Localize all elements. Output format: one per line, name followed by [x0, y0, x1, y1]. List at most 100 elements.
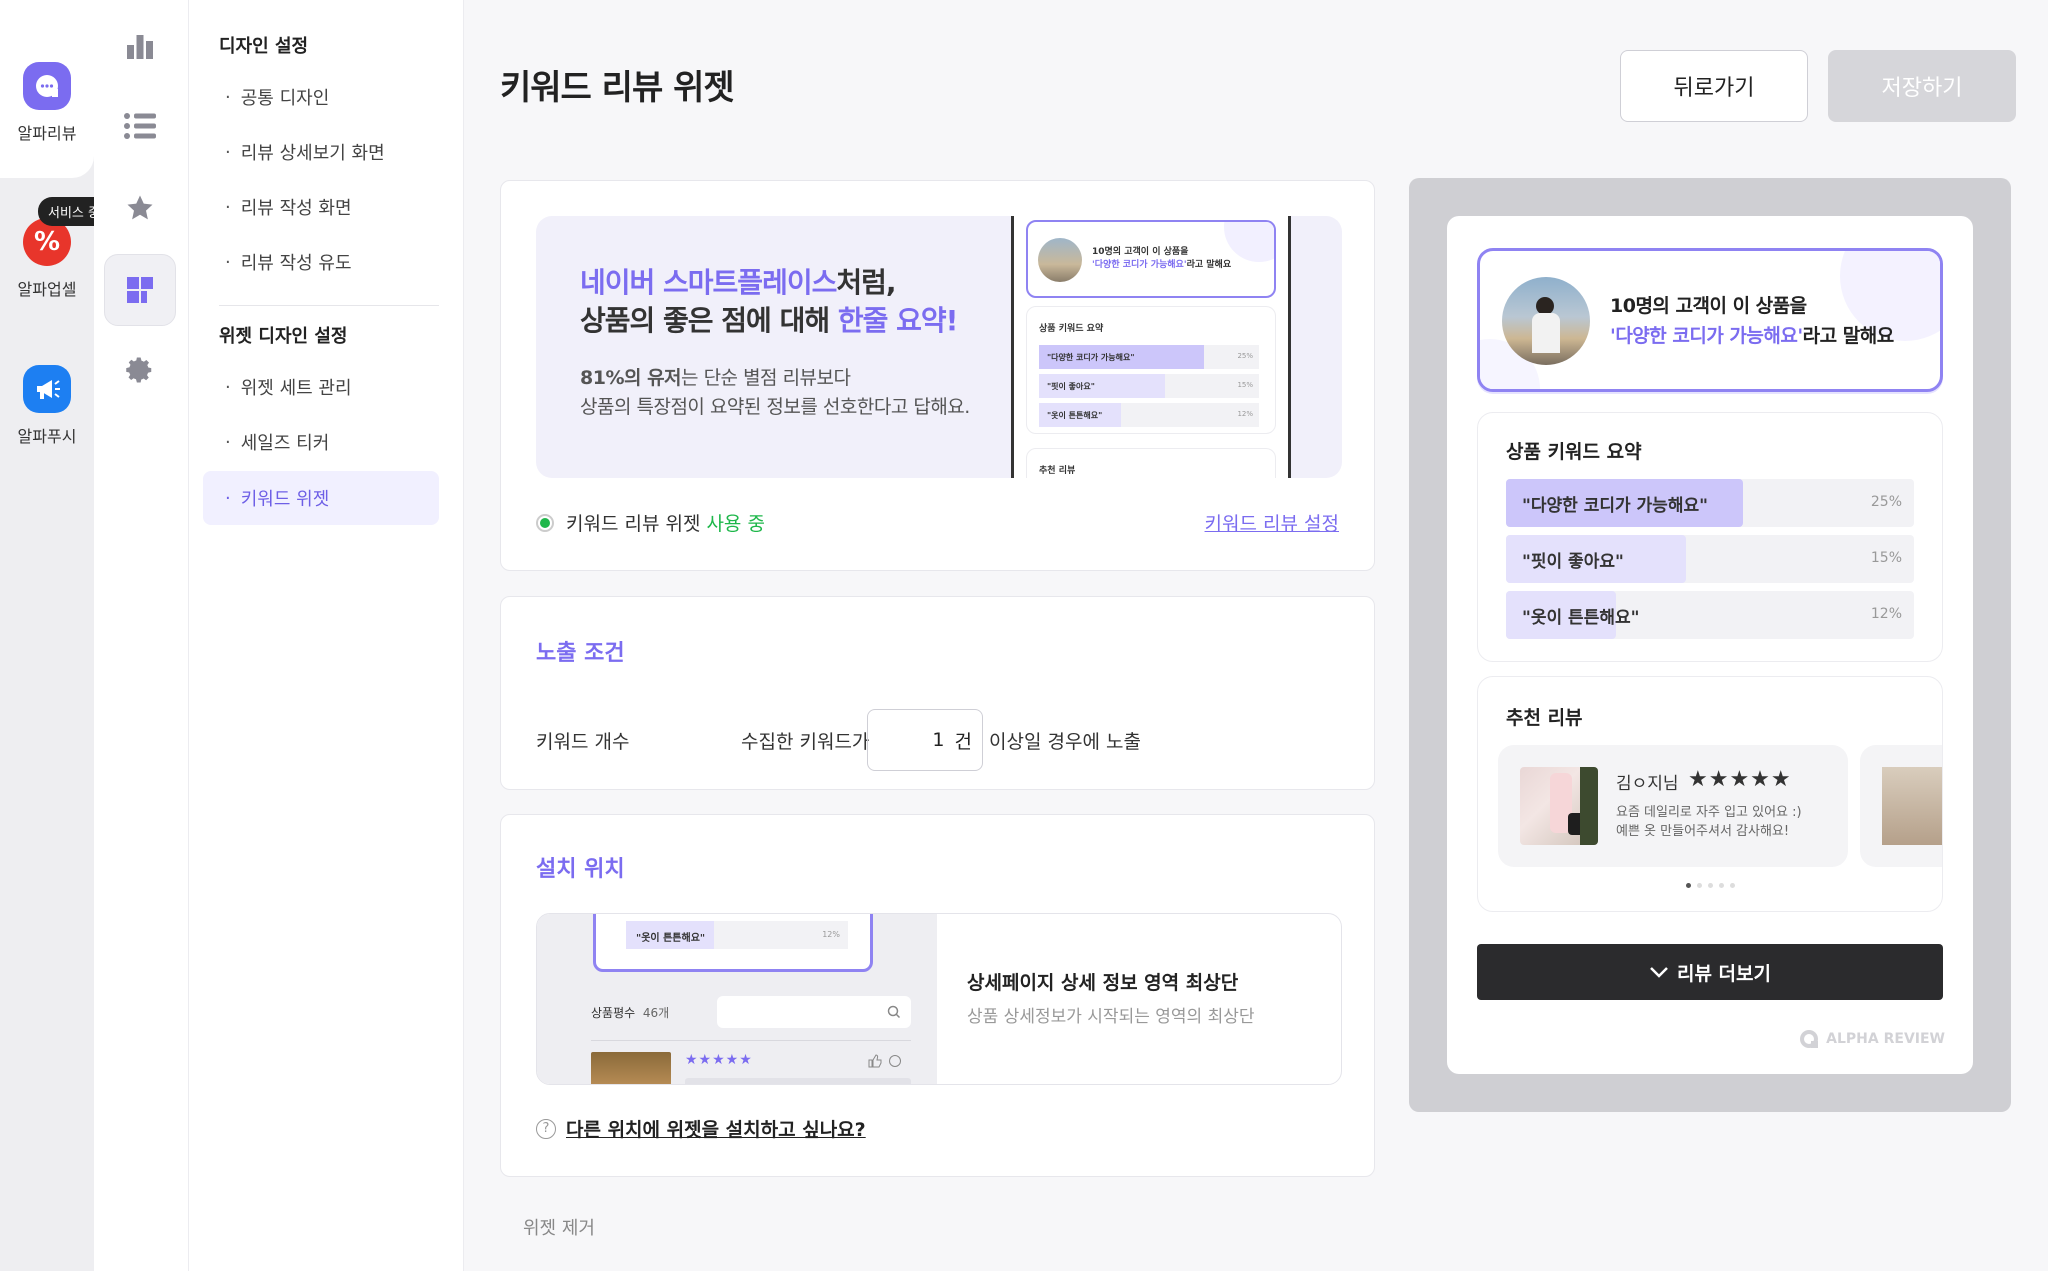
keyword-bar-pct: 25%: [1870, 494, 1902, 510]
menu-item-label: 리뷰 상세보기 화면: [240, 143, 385, 164]
gear-icon[interactable]: [104, 334, 176, 406]
thumb-rating-count: 46개: [642, 1006, 670, 1020]
carousel-dot[interactable]: [1686, 883, 1691, 888]
exposure-suffix: 이상일 경우에 노출: [989, 731, 1141, 753]
menu-item-label: 위젯 세트 관리: [240, 378, 352, 399]
back-button[interactable]: 뒤로가기: [1620, 50, 1808, 122]
carousel-dot[interactable]: [1697, 883, 1702, 888]
keyword-count-label: 키워드 개수: [536, 731, 630, 753]
menu-item-label: 세일즈 티커: [240, 433, 330, 454]
preview-summary-text: 10명의 고객이 이 상품을 '다양한 코디가 가능해요'라고 말해요: [1610, 291, 1894, 351]
menu-item-widget-set[interactable]: · 위젯 세트 관리: [203, 360, 439, 414]
mini-recommend-title: 추천 리뷰: [1039, 466, 1076, 476]
search-icon: [887, 1005, 901, 1019]
mini-keyword-label: "다양한 코디가 가능해요": [1047, 353, 1135, 362]
app-label: 알파리뷰: [17, 124, 77, 143]
headline-text: 처럼,: [836, 266, 896, 299]
menu-item-keyword-widget[interactable]: · 키워드 위젯: [203, 471, 439, 525]
thumb-pct: 12%: [822, 930, 840, 939]
mini-summary-line1: 10명의 고객이 이 상품을: [1092, 247, 1189, 257]
thumb-keyword: "옷이 튼튼해요": [636, 933, 706, 944]
app-alpha-review[interactable]: 알파리뷰: [0, 0, 94, 178]
preview-summary-box: 10명의 고객이 이 상품을 '다양한 코디가 가능해요'라고 말해요: [1477, 248, 1943, 392]
app-alpha-upsell[interactable]: % 알파업셀: [0, 218, 94, 300]
menu-item-review-write[interactable]: · 리뷰 작성 화면: [203, 180, 439, 234]
like-comment-icon: [868, 1054, 901, 1068]
other-location-help[interactable]: ? 다른 위치에 위젯을 설치하고 싶나요?: [536, 1115, 866, 1142]
carousel-dots: [1686, 883, 1735, 888]
keyword-settings-link[interactable]: 키워드 리뷰 설정: [1205, 509, 1339, 536]
more-reviews-label: 리뷰 더보기: [1676, 962, 1771, 985]
mini-phone-preview: 10명의 고객이 이 상품을 '다양한 코디가 가능해요'라고 말해요 상품 키…: [1011, 216, 1291, 478]
review-text-line: 요즘 데일리로 자주 입고 있어요 :): [1616, 805, 1802, 820]
status-label: 키워드 리뷰 위젯: [566, 513, 701, 535]
app-alpha-push[interactable]: 알파푸시: [0, 365, 94, 447]
mini-keyword-label: "옷이 튼튼해요": [1047, 411, 1103, 420]
install-location-thumbnail: "옷이 튼튼해요" 12% 상품평수 46개 ★★★★★: [537, 914, 937, 1084]
icon-nav: [94, 0, 189, 1271]
menu-section-widget: 위젯 디자인 설정: [219, 326, 348, 347]
carousel-dot[interactable]: [1719, 883, 1724, 888]
menu-item-review-prompt[interactable]: · 리뷰 작성 유도: [203, 235, 439, 289]
banner-description: 81%의 유저는 단순 별점 리뷰보다 상품의 특장점이 요약된 정보를 선호한…: [580, 364, 970, 422]
menu-divider: [219, 305, 439, 306]
preview-summary-highlight: '다양한 코디가 가능해요': [1610, 325, 1803, 347]
install-location-option[interactable]: "옷이 튼튼해요" 12% 상품평수 46개 ★★★★★ 상세페이지 상세 정보 …: [536, 913, 1342, 1085]
intro-banner: 네이버 스마트플레이스처럼, 상품의 좋은 점에 대해 한줄 요약! 81%의 …: [536, 216, 1342, 478]
preview-keyword-title: 상품 키워드 요약: [1506, 441, 1642, 463]
list-icon[interactable]: [104, 90, 176, 162]
menu-item-sales-ticker[interactable]: · 세일즈 티커: [203, 415, 439, 469]
preview-avatar: [1502, 277, 1590, 365]
status-value: 사용 중: [706, 513, 765, 535]
more-reviews-button[interactable]: 리뷰 더보기: [1477, 944, 1943, 1000]
banner-headline: 네이버 스마트플레이스처럼, 상품의 좋은 점에 대해 한줄 요약!: [580, 264, 959, 340]
carousel-dot[interactable]: [1730, 883, 1735, 888]
menu-section-design: 디자인 설정: [219, 36, 309, 57]
carousel-dot[interactable]: [1708, 883, 1713, 888]
menu-item-label: 리뷰 작성 유도: [240, 253, 352, 274]
app-label: 알파푸시: [17, 427, 77, 446]
keyword-count-input[interactable]: 1 건: [867, 709, 983, 771]
review-card[interactable]: 김ㅇ지님 ★★★★★ 요즘 데일리로 자주 입고 있어요 :) 예쁜 옷 만들어…: [1498, 745, 1848, 867]
keyword-bar-pct: 15%: [1870, 550, 1902, 566]
headline-text: 상품의 좋은 점에 대해: [580, 304, 838, 337]
keyword-bar-pct: 12%: [1870, 606, 1902, 622]
thumb-search-box: [717, 996, 911, 1028]
app-label: 알파업셀: [17, 280, 77, 299]
keyword-bar-label: "다양한 코디가 가능해요": [1522, 496, 1708, 516]
alpha-review-brand: ALPHA REVIEW: [1798, 1028, 1945, 1050]
preview-summary-rest: 라고 말해요: [1802, 325, 1895, 347]
menu-item-label: 공통 디자인: [240, 88, 330, 109]
review-photo: [1882, 767, 1942, 845]
other-location-link[interactable]: 다른 위치에 위젯을 설치하고 싶나요?: [566, 1115, 866, 1142]
intro-card: 네이버 스마트플레이스처럼, 상품의 좋은 점에 대해 한줄 요약! 81%의 …: [500, 180, 1375, 571]
exposure-prefix: 수집한 키워드가: [741, 731, 870, 753]
remove-widget-button[interactable]: 위젯 제거: [523, 1214, 595, 1240]
keyword-bar-row: "옷이 튼튼해요" 12%: [1506, 591, 1914, 639]
settings-menu: 디자인 설정 · 공통 디자인 · 리뷰 상세보기 화면 · 리뷰 작성 화면 · 리뷰…: [189, 0, 464, 1271]
save-button[interactable]: 저장하기: [1828, 50, 2016, 122]
menu-item-review-detail[interactable]: · 리뷰 상세보기 화면: [203, 125, 439, 179]
app-rail: 알파리뷰 % 알파업셀 서비스 중단 알파푸시: [0, 0, 122, 1271]
headline-highlight: 한줄 요약!: [837, 304, 959, 337]
bar-chart-icon[interactable]: [104, 10, 176, 82]
chevron-down-icon: [1650, 967, 1668, 978]
preview-recommend-title: 추천 리뷰: [1506, 707, 1583, 729]
review-text-line: 예쁜 옷 만들어주셔서 감사해요!: [1616, 824, 1790, 839]
menu-item-label: 키워드 위젯: [240, 489, 330, 510]
mini-keyword-box: 상품 키워드 요약 "다양한 코디가 가능해요" 25% "핏이 좋아요" 15% …: [1026, 306, 1276, 434]
alpha-review-brand-icon: [1800, 1030, 1819, 1048]
mini-keyword-pct: 15%: [1237, 381, 1253, 389]
reviewer-name: 김ㅇ지님: [1616, 774, 1679, 794]
preview-phone: 10명의 고객이 이 상품을 '다양한 코디가 가능해요'라고 말해요 상품 키…: [1447, 216, 1973, 1074]
thumb-stars-icon: ★★★★★: [685, 1052, 753, 1068]
review-card[interactable]: [1860, 745, 1942, 867]
keyword-count-value: 1: [932, 729, 945, 751]
menu-item-common-design[interactable]: · 공통 디자인: [203, 70, 439, 124]
body-text: 상품의 특장점이 요약된 정보를 선호한다고 답해요.: [580, 396, 970, 418]
widget-icon[interactable]: [104, 254, 176, 326]
question-circle-icon: ?: [536, 1118, 556, 1139]
mini-summary-rest: 라고 말해요: [1186, 260, 1232, 270]
star-icon[interactable]: [104, 172, 176, 244]
body-text: 는 단순 별점 리뷰보다: [681, 367, 851, 389]
